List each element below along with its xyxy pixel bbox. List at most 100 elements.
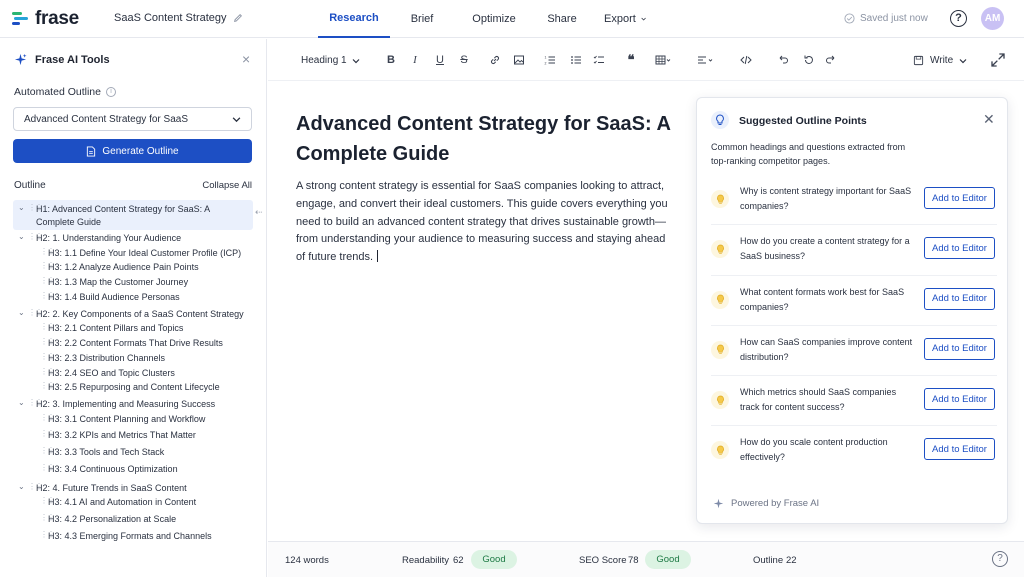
chevron-down-icon[interactable]: ⌄ [18,482,28,491]
expand-icon[interactable] [990,52,1006,68]
write-label: Write [930,55,954,66]
chevron-down-icon[interactable]: ⌄ [18,232,28,241]
help-icon[interactable]: ? [992,551,1008,567]
outline-item-h3[interactable]: ⋮⋮ H3: 2.3 Distribution Channels [13,352,253,367]
close-icon[interactable]: ✕ [983,111,995,128]
outline-item-h3[interactable]: ⋮⋮ H3: 2.4 SEO and Topic Clusters [13,367,253,382]
outline-item-h3[interactable]: ⋮⋮ H3: 2.5 Repurposing and Content Lifecy… [13,381,253,396]
ordered-list-icon[interactable]: 12 [542,52,558,68]
outline-item-text: H2: 2. Key Components of a SaaS Content … [36,308,244,319]
tab-export[interactable]: Export [590,0,660,38]
heading-select[interactable]: Heading 1 [301,55,360,66]
info-icon[interactable]: i [105,87,116,97]
drag-handle-icon[interactable]: ⋮⋮ [28,232,43,241]
drag-handle-icon[interactable]: ⋮⋮ [40,276,55,285]
tab-optimize[interactable]: Optimize [454,0,534,38]
underline-icon[interactable]: U [432,52,448,68]
outline-source-select[interactable]: Advanced Content Strategy for SaaS [13,107,252,131]
bullet-list-icon[interactable] [568,52,584,68]
outline-item-h2[interactable]: ⌄ ⋮⋮ H2: 3. Implementing and Measuring Suc… [13,398,253,413]
link-icon[interactable] [487,52,503,68]
collapse-all-button[interactable]: Collapse All [202,180,252,191]
outline-item-h3[interactable]: ⋮⋮ H3: 1.3 Map the Customer Journey [13,276,253,291]
chevron-down-icon[interactable]: ⌄ [18,203,28,212]
outline-item-h1[interactable]: ⌄ ⋮⋮ H1: Advanced Content Strategy for Saa… [13,200,253,230]
drag-handle-icon[interactable]: ⋮⋮ [40,429,55,438]
document-paragraph[interactable]: A strong content strategy is essential f… [296,178,668,267]
outline-item-h3[interactable]: ⋮⋮ H3: 2.2 Content Formats That Drive Res… [13,337,253,352]
drag-handle-icon[interactable]: ⋮⋮ [28,398,43,407]
outline-item-h3[interactable]: ⋮⋮ H3: 1.2 Analyze Audience Pain Points [13,261,253,276]
generate-outline-button[interactable]: Generate Outline [13,139,252,163]
drag-handle-icon[interactable]: ⋮⋮ [28,482,43,491]
close-icon[interactable]: × [242,52,250,66]
outline-item-text: H3: 1.2 Analyze Audience Pain Points [48,262,199,273]
chevron-down-icon[interactable]: ⌄ [18,308,28,317]
drag-handle-icon[interactable]: ⋮⋮ [40,463,55,472]
document-title[interactable]: SaaS Content Strategy [114,12,243,24]
help-icon[interactable]: ? [950,10,967,27]
pencil-icon[interactable] [233,13,243,23]
tab-research[interactable]: Research [318,0,390,38]
drag-handle-icon[interactable]: ⋮⋮ [40,381,55,390]
drag-handle-icon[interactable]: ⋮⋮ [40,261,55,270]
tab-brief[interactable]: Brief [390,0,454,38]
drag-handle-icon[interactable]: ⋮⋮ [40,337,55,346]
seo-score-label: SEO Score [579,555,627,566]
outline-item-h3[interactable]: ⋮⋮ H3: 2.1 Content Pillars and Topics [13,322,253,337]
add-to-editor-button[interactable]: Add to Editor [924,287,995,310]
suggestion-item: How can SaaS companies improve content d… [711,326,997,377]
drag-handle-icon[interactable]: ⋮⋮ [40,291,55,300]
add-to-editor-button[interactable]: Add to Editor [924,187,995,209]
outline-item-h3[interactable]: ⋮⋮ H3: 4.1 AI and Automation in Content [13,496,253,513]
outline-item-h2[interactable]: ⌄ ⋮⋮ H2: 1. Understanding Your Audience [13,232,253,247]
drag-handle-icon[interactable]: ⋮⋮ [40,247,55,256]
add-to-editor-button[interactable]: Add to Editor [924,438,995,461]
bold-icon[interactable]: B [383,52,399,68]
outline-item-h3[interactable]: ⋮⋮ H3: 4.3 Emerging Formats and Channels [13,530,253,547]
drag-handle-icon[interactable]: ⋮⋮ [40,322,55,331]
code-icon[interactable] [738,52,754,68]
chevron-down-icon[interactable]: ⌄ [18,398,28,407]
outline-item-h3[interactable]: ⋮⋮ H3: 1.1 Define Your Ideal Customer Pro… [13,247,253,262]
outline-item-h2[interactable]: ⌄ ⋮⋮ H2: 4. Future Trends in SaaS Content [13,482,253,497]
resize-handle[interactable]: ⇠ [255,207,263,218]
align-icon[interactable] [694,52,716,68]
redo-icon[interactable] [823,52,839,68]
drag-handle-icon[interactable]: ⋮⋮ [40,367,55,376]
frase-logo[interactable]: frase [12,8,79,30]
drag-handle-icon[interactable]: ⋮⋮ [40,530,55,539]
image-icon[interactable] [511,52,527,68]
drag-handle-icon[interactable]: ⋮⋮ [40,496,55,505]
sparkle-icon [713,498,724,509]
rotate-icon[interactable] [801,52,817,68]
editor-area[interactable]: Advanced Content Strategy for SaaS: A Co… [268,82,695,540]
write-mode-select[interactable]: Write [913,55,967,66]
drag-handle-icon[interactable]: ⋮⋮ [40,513,55,522]
outline-item-h3[interactable]: ⋮⋮ H3: 4.2 Personalization at Scale [13,513,253,530]
undo-icon[interactable] [775,52,791,68]
readability-badge: Good [471,550,517,569]
document-heading[interactable]: Advanced Content Strategy for SaaS: A Co… [296,109,686,169]
checklist-icon[interactable] [591,52,607,68]
quote-icon[interactable]: ❝ [623,52,639,68]
avatar[interactable]: AM [981,7,1004,30]
outline-item-h3[interactable]: ⋮⋮ H3: 3.2 KPIs and Metrics That Matter [13,429,253,446]
drag-handle-icon[interactable]: ⋮⋮ [28,308,43,317]
strikethrough-icon[interactable]: S [456,52,472,68]
add-to-editor-button[interactable]: Add to Editor [924,337,995,360]
outline-item-h3[interactable]: ⋮⋮ H3: 3.1 Content Planning and Workflow [13,413,253,430]
drag-handle-icon[interactable]: ⋮⋮ [28,203,43,212]
outline-item-h3[interactable]: ⋮⋮ H3: 3.3 Tools and Tech Stack [13,446,253,463]
outline-item-h3[interactable]: ⋮⋮ H3: 3.4 Continuous Optimization [13,463,253,480]
drag-handle-icon[interactable]: ⋮⋮ [40,446,55,455]
add-to-editor-button[interactable]: Add to Editor [924,388,995,411]
table-icon[interactable] [652,52,674,68]
outline-item-h3[interactable]: ⋮⋮ H3: 1.4 Build Audience Personas [13,291,253,306]
drag-handle-icon[interactable]: ⋮⋮ [40,413,55,422]
outline-item-h2[interactable]: ⌄ ⋮⋮ H2: 2. Key Components of a SaaS Conte… [13,308,253,323]
drag-handle-icon[interactable]: ⋮⋮ [40,352,55,361]
tab-share[interactable]: Share [534,0,590,38]
italic-icon[interactable]: I [407,52,423,68]
add-to-editor-button[interactable]: Add to Editor [924,237,995,260]
